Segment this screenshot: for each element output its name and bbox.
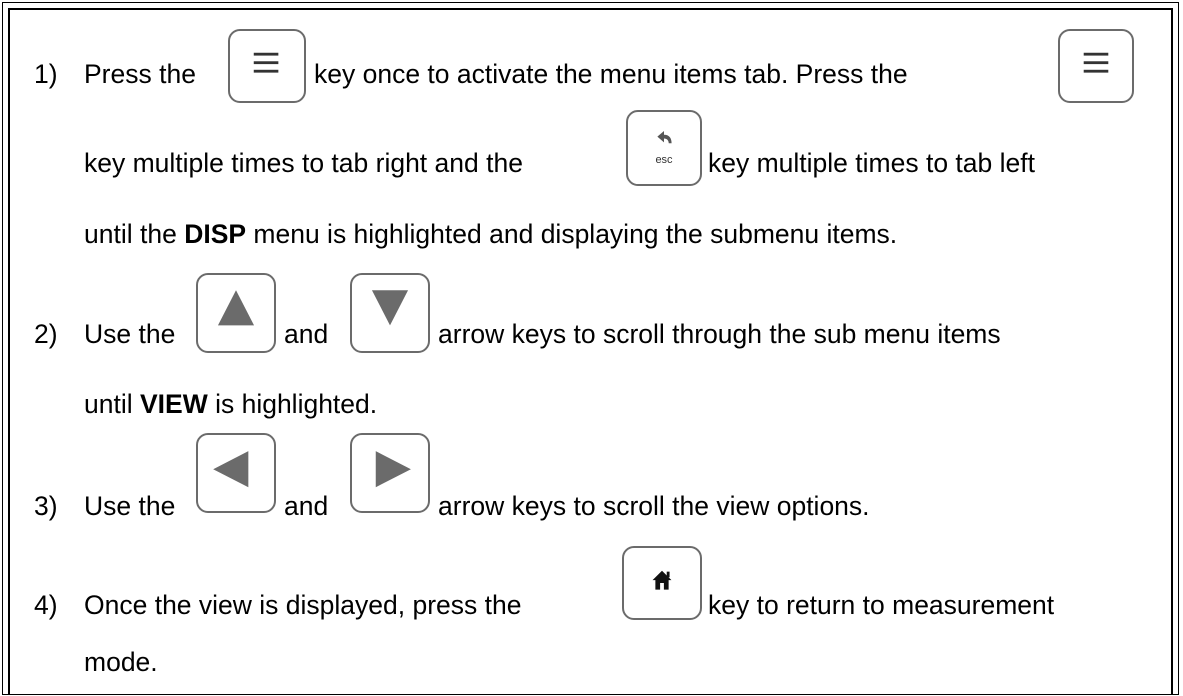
- step-1-text: key once to activate the menu items tab.…: [314, 59, 908, 89]
- home-icon: [652, 570, 672, 590]
- step-2-text: until VIEW is highlighted.: [84, 389, 378, 419]
- step-1-number: 1): [34, 59, 58, 89]
- step-1-text: key multiple times to tab left: [708, 148, 1035, 178]
- step-4-text: key to return to measurement: [708, 590, 1055, 620]
- menu-key-button: [228, 29, 306, 103]
- step-4-text: Once the view is displayed, press the: [84, 590, 522, 620]
- home-key-button: [622, 546, 702, 620]
- step-2-number: 2): [34, 319, 58, 349]
- step-3-number: 3): [34, 491, 58, 521]
- menu-key-button: [1058, 29, 1134, 103]
- step-4-number: 4): [34, 590, 58, 620]
- step-2-text: arrow keys to scroll through the sub men…: [438, 319, 1001, 349]
- up-key-button: [196, 273, 276, 353]
- down-key-button: [350, 273, 430, 353]
- right-arrow-icon: [375, 451, 411, 488]
- esc-key-label: esc: [655, 154, 673, 166]
- left-key-button: [196, 433, 276, 513]
- step-1-text: Press the: [84, 59, 196, 89]
- step-1-text: key multiple times to tab right and the: [84, 148, 523, 178]
- up-arrow-icon: [217, 290, 255, 326]
- step-2-text: Use the: [84, 319, 176, 349]
- right-key-button: [350, 433, 430, 513]
- menu-icon: [253, 52, 279, 73]
- step-3-and: and: [284, 491, 329, 521]
- left-arrow-icon: [213, 451, 249, 488]
- menu-icon: [1083, 52, 1109, 73]
- step-3-text: Use the: [84, 491, 176, 521]
- back-arrow-icon: [657, 130, 672, 144]
- esc-key-button: esc: [626, 110, 702, 186]
- step-2-and: and: [284, 319, 329, 349]
- down-arrow-icon: [371, 290, 409, 326]
- step-1-text: until the DISP menu is highlighted and d…: [84, 219, 898, 249]
- step-3-text: arrow keys to scroll the view options.: [438, 491, 870, 521]
- step-4-text: mode.: [84, 647, 158, 677]
